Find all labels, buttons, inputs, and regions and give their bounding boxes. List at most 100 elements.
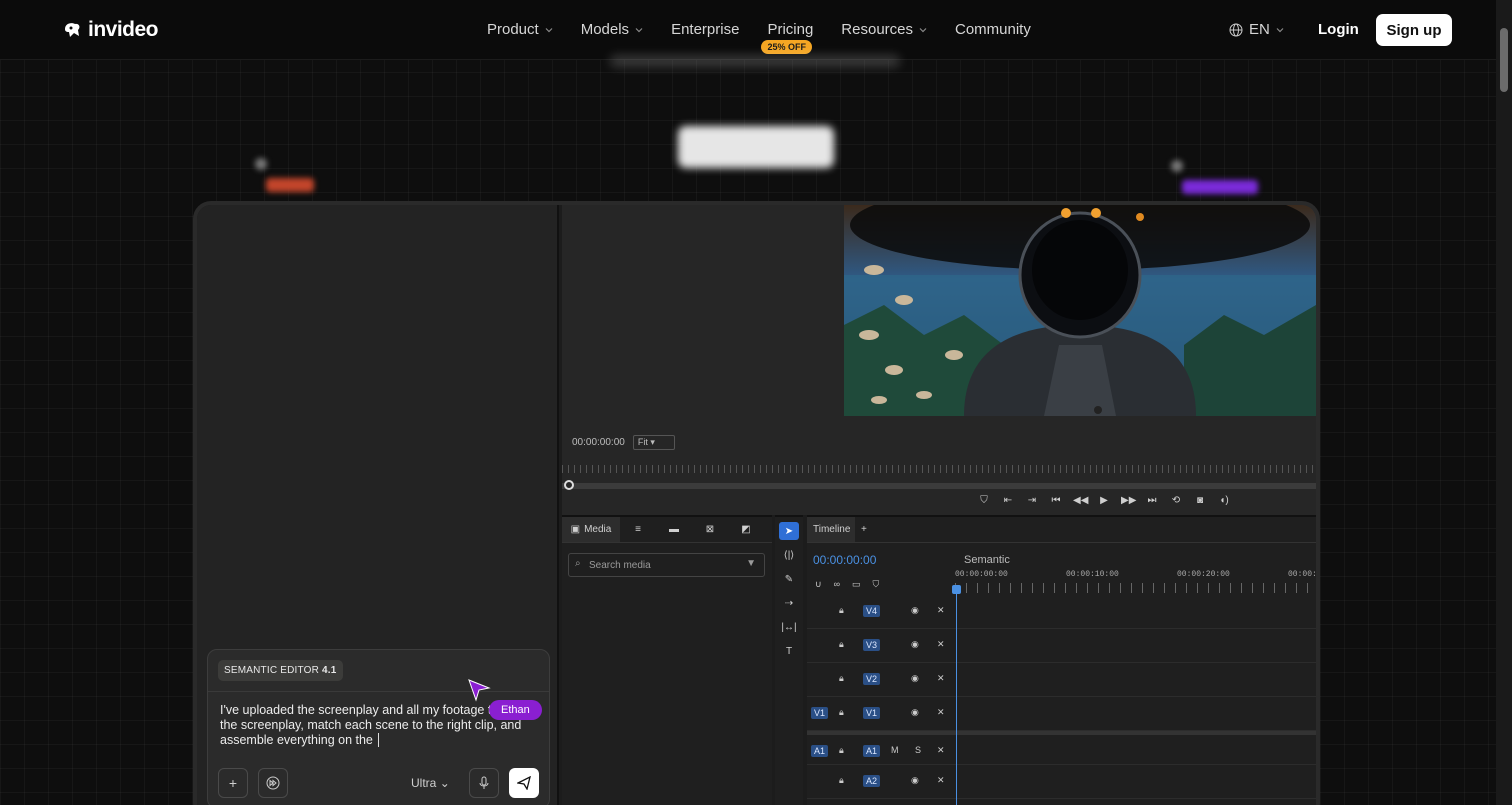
playhead[interactable] xyxy=(956,589,957,805)
nav-item-models[interactable]: Models xyxy=(581,21,643,38)
eye-icon[interactable]: ◉ xyxy=(911,605,919,616)
transport-controls: ⛉ ⇤ ⇥ ⏮ ◀◀ ▶ ▶▶ ⏭ ⟲ ◙ ◖) xyxy=(977,495,1231,506)
slip-tool-icon[interactable]: ⇢ xyxy=(779,594,799,612)
nav-item-resources[interactable]: Resources xyxy=(841,21,927,38)
preview-ruler xyxy=(562,460,1316,478)
search-icon: ⌕ xyxy=(575,558,581,569)
eye-icon[interactable]: ◉ xyxy=(911,707,919,718)
lock-icon[interactable]: 🔒︎ xyxy=(839,673,844,684)
invideo-logo[interactable]: invideo xyxy=(62,18,159,42)
add-timeline-tab-button[interactable]: + xyxy=(855,517,873,542)
track-a2[interactable]: 🔒︎ A2 ◉ ✕ xyxy=(807,765,1316,799)
nav-item-enterprise[interactable]: Enterprise xyxy=(671,21,739,38)
selection-tool-icon[interactable]: ➤ xyxy=(779,522,799,540)
mark-out-icon[interactable]: ⇥ xyxy=(1025,495,1039,506)
ripple-tool-icon[interactable]: ⟨|⟩ xyxy=(779,546,799,564)
nav-item-product[interactable]: Product xyxy=(487,21,553,38)
captions-icon[interactable]: ▭ xyxy=(852,579,861,590)
solo-button[interactable]: S xyxy=(915,745,921,755)
volume-icon[interactable]: ◖) xyxy=(1217,495,1231,506)
tab-effects[interactable]: ⊠ xyxy=(692,517,728,542)
tab-media[interactable]: ▣ Media xyxy=(562,517,620,542)
tab-captions[interactable]: ▬ xyxy=(656,517,692,542)
sequence-name: Semantic xyxy=(964,554,1010,566)
text-tool-icon[interactable]: T xyxy=(779,642,799,660)
eye-icon[interactable]: ◉ xyxy=(911,673,919,684)
media-search-input[interactable]: ⌕ Search media ▼ xyxy=(568,553,765,577)
microphone-button[interactable] xyxy=(469,768,499,798)
tab-timeline[interactable]: Timeline xyxy=(807,517,855,542)
ruler-label: 00:00:00:00 xyxy=(955,570,1008,579)
step-back-icon[interactable]: ◀◀ xyxy=(1073,495,1088,506)
lock-icon[interactable]: 🔒︎ xyxy=(839,605,844,616)
scrubber-handle[interactable] xyxy=(564,480,574,490)
link-icon[interactable]: ∞ xyxy=(834,579,840,590)
start-creating-button-blurred[interactable] xyxy=(678,126,834,168)
preview-monitor: 00:00:00:00 Fit ▾ ⛉ ⇤ ⇥ ⏮ ◀◀ ▶ ▶▶ ⏭ ⟲ ◙ … xyxy=(562,205,1316,515)
signup-button[interactable]: Sign up xyxy=(1376,14,1452,46)
source-target[interactable]: V1 xyxy=(811,707,829,719)
add-attachment-button[interactable]: + xyxy=(218,768,248,798)
top-navbar: invideo Product Models Enterprise Pricin… xyxy=(0,0,1496,60)
prompt-box[interactable]: SEMANTIC EDITOR 4.1 I've uploaded the scr… xyxy=(207,649,550,805)
transition-icon: ◩ xyxy=(741,524,751,535)
model-selector[interactable]: Ultra ⌄ xyxy=(411,776,450,790)
mark-in-icon[interactable]: ⇤ xyxy=(1001,495,1015,506)
lock-icon[interactable]: 🔒︎ xyxy=(839,707,844,718)
magnet-icon[interactable]: ∪ xyxy=(815,579,822,590)
scrollbar-thumb[interactable] xyxy=(1500,28,1508,92)
track-v4[interactable]: 🔒︎ V4 ◉ ✕ xyxy=(807,595,1316,629)
preview-scrubber[interactable] xyxy=(562,480,1316,490)
decor-tag-blurred xyxy=(1182,180,1258,194)
razor-tool-icon[interactable]: ✎ xyxy=(779,570,799,588)
login-link[interactable]: Login xyxy=(1318,21,1359,38)
go-to-in-icon[interactable]: ⏮ xyxy=(1049,495,1063,506)
lock-icon[interactable]: 🔒︎ xyxy=(839,639,844,650)
tab-transitions[interactable]: ◩ xyxy=(728,517,764,542)
mute-button[interactable]: M xyxy=(891,745,899,755)
language-selector[interactable]: EN xyxy=(1229,21,1284,38)
editor-demo-frame: SEMANTIC EDITOR 4.1 I've uploaded the scr… xyxy=(193,201,1320,805)
timeline-ruler: 00:00:00:00 00:00:10:00 00:00:20:00 00:0… xyxy=(955,570,1316,579)
track-settings-icon[interactable]: ✕ xyxy=(937,745,945,756)
timeline-options: ∪ ∞ ▭ ⛉ xyxy=(815,579,879,590)
page-scrollbar[interactable] xyxy=(1496,0,1512,805)
filter-icon[interactable]: ▼ xyxy=(746,558,756,569)
nav-item-community[interactable]: Community xyxy=(955,21,1031,38)
video-preview[interactable] xyxy=(844,205,1316,416)
marker-icon[interactable]: ⛉ xyxy=(873,579,880,590)
track-v1[interactable]: V1 🔒︎ V1 ◉ ✕ xyxy=(807,697,1316,731)
marker-icon[interactable]: ⛉ xyxy=(977,495,991,506)
nav-label: Models xyxy=(580,21,630,38)
tab-audio[interactable]: ≡ xyxy=(620,517,656,542)
nav-item-pricing[interactable]: Pricing 25% OFF xyxy=(761,21,813,54)
eye-icon[interactable]: ◉ xyxy=(911,639,919,650)
track-label: V4 xyxy=(863,605,881,617)
source-target[interactable]: A1 xyxy=(811,745,829,757)
media-tab-label: Media xyxy=(584,524,612,535)
decor-tag-blurred xyxy=(266,178,314,192)
send-icon xyxy=(517,776,531,790)
camera-icon[interactable]: ◙ xyxy=(1193,495,1207,506)
track-settings-icon[interactable]: ✕ xyxy=(937,673,945,684)
play-icon[interactable]: ▶ xyxy=(1097,495,1111,506)
fast-forward-button[interactable] xyxy=(258,768,288,798)
eye-icon[interactable]: ◉ xyxy=(911,775,919,786)
loop-icon[interactable]: ⟲ xyxy=(1169,495,1183,506)
go-to-out-icon[interactable]: ⏭ xyxy=(1145,495,1159,506)
track-settings-icon[interactable]: ✕ xyxy=(937,707,945,718)
track-settings-icon[interactable]: ✕ xyxy=(937,639,945,650)
tag-name: SEMANTIC EDITOR xyxy=(224,665,320,676)
track-v3[interactable]: 🔒︎ V3 ◉ ✕ xyxy=(807,629,1316,663)
track-settings-icon[interactable]: ✕ xyxy=(937,605,945,616)
slide-tool-icon[interactable]: |↔| xyxy=(779,618,799,636)
lock-icon[interactable]: 🔒︎ xyxy=(839,775,844,786)
send-button[interactable] xyxy=(509,768,539,798)
step-forward-icon[interactable]: ▶▶ xyxy=(1121,495,1136,506)
zoom-fit-select[interactable]: Fit ▾ xyxy=(632,435,675,450)
track-a1[interactable]: A1 🔒︎ A1 M S ✕ xyxy=(807,731,1316,765)
track-settings-icon[interactable]: ✕ xyxy=(937,775,945,786)
lock-icon[interactable]: 🔒︎ xyxy=(839,745,844,756)
chevron-down-icon xyxy=(635,27,643,32)
track-v2[interactable]: 🔒︎ V2 ◉ ✕ xyxy=(807,663,1316,697)
